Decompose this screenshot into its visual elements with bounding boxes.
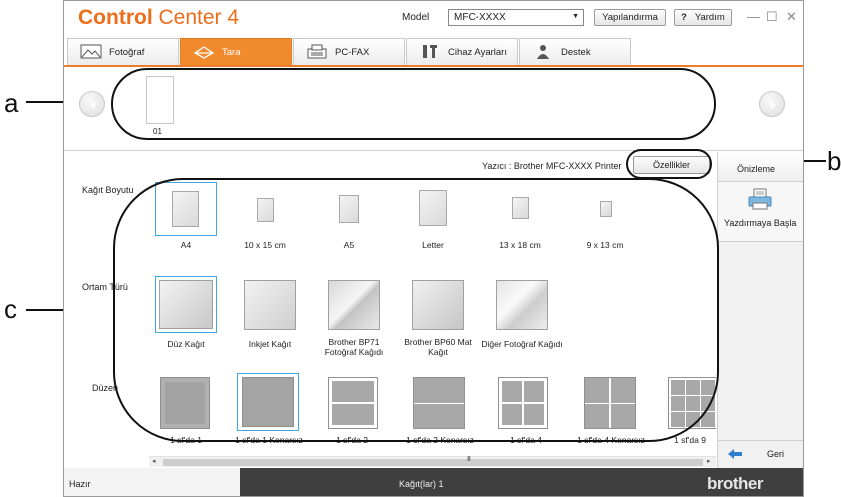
fax-icon — [307, 44, 327, 59]
model-select[interactable]: MFC-XXXX ▼ — [448, 9, 584, 26]
back-arrow-icon — [728, 449, 742, 459]
scan-icon — [193, 46, 215, 59]
back-label: Geri — [767, 449, 785, 459]
status-bar: Hazır Kağıt(lar) 1 brother — [64, 468, 803, 496]
callout-b-oval — [626, 149, 712, 179]
start-printing-button[interactable]: Yazdırmaya Başla — [718, 182, 803, 242]
tab-pc-fax[interactable]: PC-FAX — [293, 38, 405, 65]
callout-c-oval — [113, 178, 719, 442]
help-label: Yardım — [694, 12, 725, 23]
previous-page-button[interactable] — [79, 91, 105, 117]
horizontal-scrollbar[interactable]: ◂ III ▸ — [149, 456, 716, 467]
chevron-down-icon: ▼ — [572, 13, 579, 20]
status-ready-panel: Hazır — [64, 468, 240, 496]
back-button[interactable]: Geri — [718, 440, 803, 468]
callout-c: c — [4, 294, 17, 324]
photo-icon — [80, 44, 102, 59]
callout-b: b — [827, 146, 841, 176]
help-button[interactable]: ? Yardım — [674, 9, 732, 26]
close-button[interactable]: ✕ — [786, 9, 797, 25]
tab-support[interactable]: Destek — [519, 38, 631, 65]
chevron-right-icon — [771, 101, 776, 109]
start-printing-label: Yazdırmaya Başla — [724, 218, 797, 228]
tab-photo-label: Fotoğraf — [109, 47, 145, 58]
stage: a b c Control Center 4 Model MFC-XXXX ▼ … — [0, 0, 841, 497]
brother-logo: brother — [707, 474, 764, 493]
preview-button[interactable]: Önizleme — [718, 152, 803, 182]
maximize-button[interactable]: ☐ — [766, 9, 778, 25]
action-panel: Önizleme Yazdırmaya Başla Geri — [717, 152, 803, 468]
title-bar: Control Center 4 Model MFC-XXXX ▼ Yapıla… — [64, 1, 803, 35]
tab-photo[interactable]: Fotoğraf — [67, 38, 179, 65]
tab-scan[interactable]: Tara — [180, 38, 292, 65]
status-ready: Hazır — [69, 479, 91, 489]
app-logo: Control Center 4 — [78, 6, 240, 29]
tab-scan-label: Tara — [222, 47, 241, 58]
tab-support-label: Destek — [561, 47, 591, 58]
preview-label: Önizleme — [737, 164, 776, 174]
callout-a: a — [4, 88, 19, 118]
configure-button[interactable]: Yapılandırma — [594, 9, 666, 26]
tools-icon — [423, 45, 437, 58]
model-label: Model — [402, 12, 430, 23]
paper-size-label: Kağıt Boyutu — [82, 185, 134, 195]
support-icon — [537, 45, 549, 59]
chevron-left-icon — [90, 101, 95, 109]
scroll-left-icon[interactable]: ◂ — [152, 457, 156, 465]
tab-bar: Fotoğraf Tara PC-FAX Cihaz Ayarları Dest… — [64, 35, 803, 67]
scrollbar-thumb[interactable] — [163, 459, 703, 466]
model-select-value: MFC-XXXX — [454, 12, 506, 23]
callout-a-oval — [111, 68, 716, 140]
tab-device-settings[interactable]: Cihaz Ayarları — [406, 38, 518, 65]
help-icon: ? — [681, 12, 687, 23]
next-page-button[interactable] — [759, 91, 785, 117]
status-page-count: Kağıt(lar) 1 — [399, 479, 444, 489]
printer-name: Yazıcı : Brother MFC-XXXX Printer — [482, 161, 622, 171]
printer-icon — [748, 188, 772, 210]
scroll-right-icon[interactable]: ▸ — [707, 457, 711, 465]
scrollbar-grip: III — [467, 456, 471, 463]
tab-device-settings-label: Cihaz Ayarları — [448, 47, 507, 58]
tab-pc-fax-label: PC-FAX — [335, 47, 370, 58]
minimize-button[interactable]: — — [747, 9, 760, 24]
